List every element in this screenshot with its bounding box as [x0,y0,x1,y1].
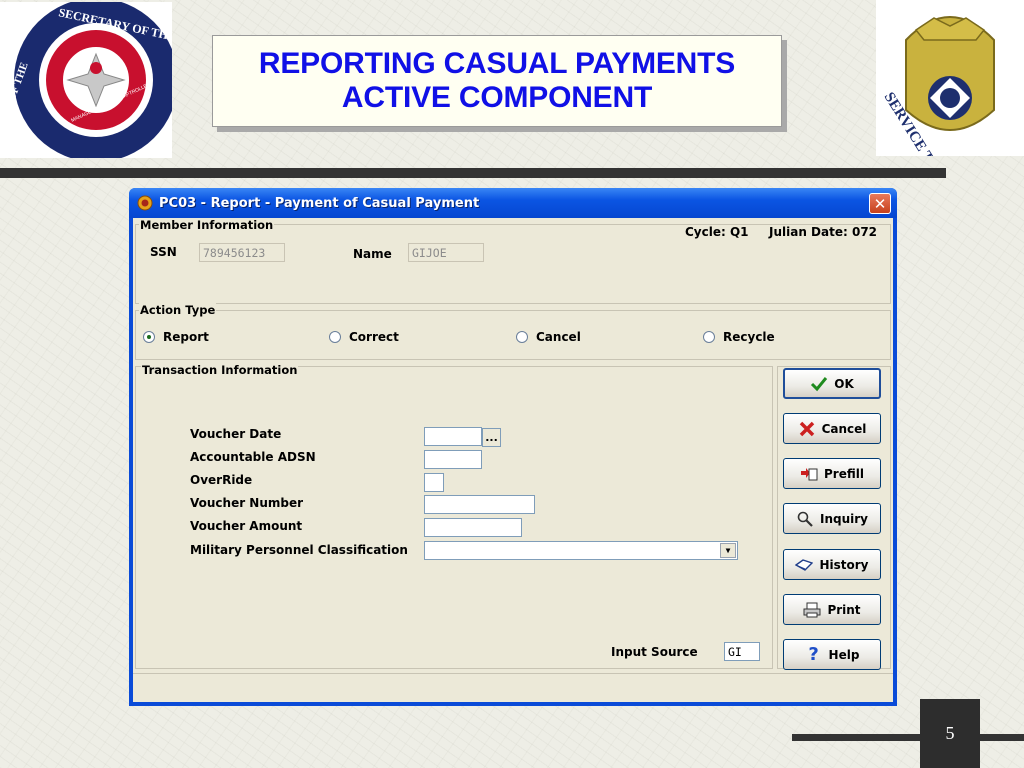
voucher-number-field[interactable] [424,495,535,514]
accountable-adsn-field[interactable] [424,450,482,469]
inquiry-button[interactable]: Inquiry [783,503,881,534]
radio-report-label: Report [163,330,209,344]
print-button[interactable]: Print [783,594,881,625]
accountable-adsn-label: Accountable ADSN [190,450,316,464]
action-type-label: Action Type [139,303,217,317]
history-button[interactable]: History [783,549,881,580]
inquiry-button-label: Inquiry [820,511,868,526]
book-icon [795,556,814,574]
window-close-button[interactable]: ✕ [869,193,891,214]
input-source-label: Input Source [611,645,698,659]
print-button-label: Print [827,602,861,617]
prefill-button-label: Prefill [824,466,864,481]
voucher-number-label: Voucher Number [190,496,304,510]
help-button[interactable]: ? Help [783,639,881,670]
help-icon: ? [808,644,819,665]
cancel-button-label: Cancel [821,421,867,436]
ok-button[interactable]: OK [783,368,881,399]
mpc-label: Military Personnel Classification [190,543,408,557]
help-button-label: Help [828,647,860,662]
window-title: PC03 - Report - Payment of Casual Paymen… [159,195,480,211]
close-x-icon [798,420,816,438]
transaction-info-label: Transaction Information [141,363,299,377]
radio-selected-icon [143,331,155,343]
footer-bar-left [792,734,920,741]
history-button-label: History [819,557,869,572]
radio-correct[interactable]: Correct [329,330,399,344]
service-to-soldiers-insignia: SERVICE TO SOLDIERS [876,0,1024,243]
prefill-icon [800,465,818,483]
radio-recycle-label: Recycle [723,330,775,344]
voucher-date-field[interactable] [424,427,482,446]
mpc-select[interactable]: ▼ [424,541,738,560]
divider-bar [0,168,946,178]
chevron-down-icon[interactable]: ▼ [720,543,736,558]
voucher-amount-label: Voucher Amount [190,519,303,533]
app-icon[interactable] [137,195,153,211]
army-secretary-seal: OF THE SECRETARY OF THE ARMY MANAGEMENT … [0,0,216,162]
radio-cancel[interactable]: Cancel [516,330,581,344]
radio-report[interactable]: Report [143,330,209,344]
ssn-field: 789456123 [199,243,285,262]
name-label: Name [353,247,392,261]
radio-cancel-label: Cancel [536,330,581,344]
cancel-button[interactable]: Cancel [783,413,881,444]
footer-bar-right [980,734,1024,741]
radio-unselected-icon [329,331,341,343]
member-info-label: Member Information [139,218,275,232]
slide-title-box: REPORTING CASUAL PAYMENTS ACTIVE COMPONE… [212,35,782,127]
close-icon: ✕ [873,194,887,213]
search-icon [796,510,814,528]
app-window: PC03 - Report - Payment of Casual Paymen… [129,188,897,706]
radio-unselected-icon [703,331,715,343]
ssn-label: SSN [150,245,177,259]
override-field[interactable] [424,473,444,492]
window-titlebar[interactable]: PC03 - Report - Payment of Casual Paymen… [129,188,897,218]
override-label: OverRide [190,473,253,487]
radio-unselected-icon [516,331,528,343]
status-bar [133,673,893,702]
radio-recycle[interactable]: Recycle [703,330,775,344]
printer-icon [803,601,821,619]
cycle-label: Cycle: Q1 [685,225,749,239]
page-number: 5 [945,723,955,743]
date-picker-button[interactable]: ... [482,428,501,447]
action-type-group [135,310,891,360]
window-client-area: Member Information Cycle: Q1 Julian Date… [133,218,893,702]
checkmark-icon [810,375,828,393]
page-number-box: 5 [920,699,980,768]
radio-correct-label: Correct [349,330,399,344]
ok-button-label: OK [834,376,854,391]
prefill-button[interactable]: Prefill [783,458,881,489]
input-source-field[interactable]: GI [724,642,760,661]
voucher-amount-field[interactable] [424,518,522,537]
voucher-date-label: Voucher Date [190,427,282,441]
name-field: GIJOE [408,243,484,262]
slide-title-line1: REPORTING CASUAL PAYMENTS [258,47,736,80]
julian-date-label: Julian Date: 072 [769,225,878,239]
slide-title-line2: ACTIVE COMPONENT [341,81,653,114]
